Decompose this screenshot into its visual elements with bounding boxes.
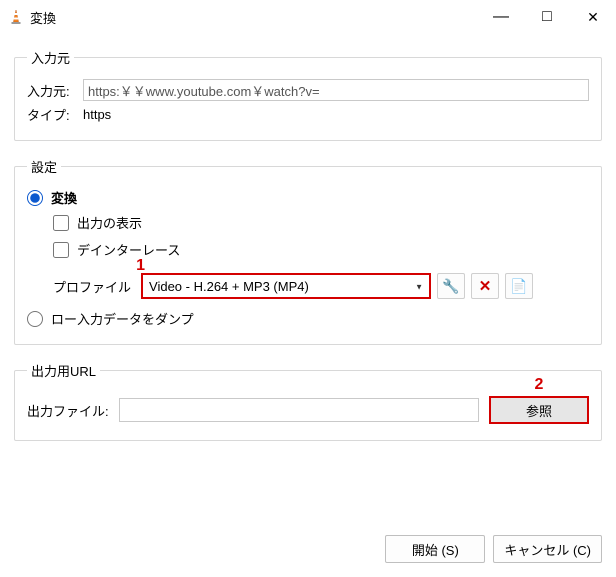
deinterlace-checkbox[interactable] <box>53 242 69 258</box>
window-title: 変換 <box>30 8 56 27</box>
output-file-label: 出力ファイル: <box>27 401 109 420</box>
close-button[interactable]: ✕ <box>570 0 616 34</box>
window-buttons: — □ ✕ <box>478 0 616 34</box>
maximize-button[interactable]: □ <box>524 0 570 34</box>
new-profile-icon: 📄 <box>510 278 527 295</box>
minimize-button[interactable]: — <box>478 0 524 34</box>
source-legend: 入力元 <box>27 48 74 67</box>
delete-profile-button[interactable]: ✕ <box>471 273 499 299</box>
title-left: 変換 <box>8 8 56 27</box>
dump-radio-label: ロー入力データをダンプ <box>51 309 194 328</box>
browse-button[interactable]: 参照 <box>489 396 589 424</box>
wrench-icon: 🔧 <box>442 278 459 295</box>
delete-icon: ✕ <box>479 277 492 295</box>
type-value: https <box>83 107 111 122</box>
source-label: 入力元: <box>27 81 83 100</box>
source-input[interactable]: https:￥￥www.youtube.com￥watch?v= <box>83 79 589 101</box>
dump-radio[interactable] <box>27 311 43 327</box>
dialog-footer: 開始 (S) キャンセル (C) <box>0 527 616 577</box>
annotation-marker-1: 1 <box>136 257 145 275</box>
cancel-button[interactable]: キャンセル (C) <box>493 535 602 563</box>
settings-legend: 設定 <box>27 157 61 176</box>
output-file-input[interactable] <box>119 398 479 422</box>
start-button[interactable]: 開始 (S) <box>385 535 485 563</box>
dialog-content: 入力元 入力元: https:￥￥www.youtube.com￥watch?v… <box>0 34 616 527</box>
source-group: 入力元 入力元: https:￥￥www.youtube.com￥watch?v… <box>14 48 602 141</box>
output-group: 出力用URL 出力ファイル: 2 参照 <box>14 361 602 441</box>
profile-label: 1 プロファイル <box>53 277 131 296</box>
dialog-window: 変換 — □ ✕ 入力元 入力元: https:￥￥www.youtube.co… <box>0 0 616 577</box>
profile-dropdown[interactable]: Video - H.264 + MP3 (MP4) ▼ <box>141 273 431 299</box>
profile-value: Video - H.264 + MP3 (MP4) <box>149 279 309 294</box>
type-label: タイプ: <box>27 105 83 124</box>
edit-profile-button[interactable]: 🔧 <box>437 273 465 299</box>
annotation-marker-2: 2 <box>535 376 544 394</box>
display-output-label: 出力の表示 <box>77 213 142 232</box>
chevron-down-icon: ▼ <box>415 282 423 291</box>
output-legend: 出力用URL <box>27 361 100 380</box>
new-profile-button[interactable]: 📄 <box>505 273 533 299</box>
vlc-icon <box>8 9 24 25</box>
settings-group: 設定 変換 出力の表示 デインターレース 1 プロファイル <box>14 157 602 345</box>
convert-radio-label: 変換 <box>51 188 77 207</box>
titlebar: 変換 — □ ✕ <box>0 0 616 34</box>
display-output-checkbox[interactable] <box>53 215 69 231</box>
convert-radio[interactable] <box>27 190 43 206</box>
deinterlace-label: デインターレース <box>77 240 180 259</box>
